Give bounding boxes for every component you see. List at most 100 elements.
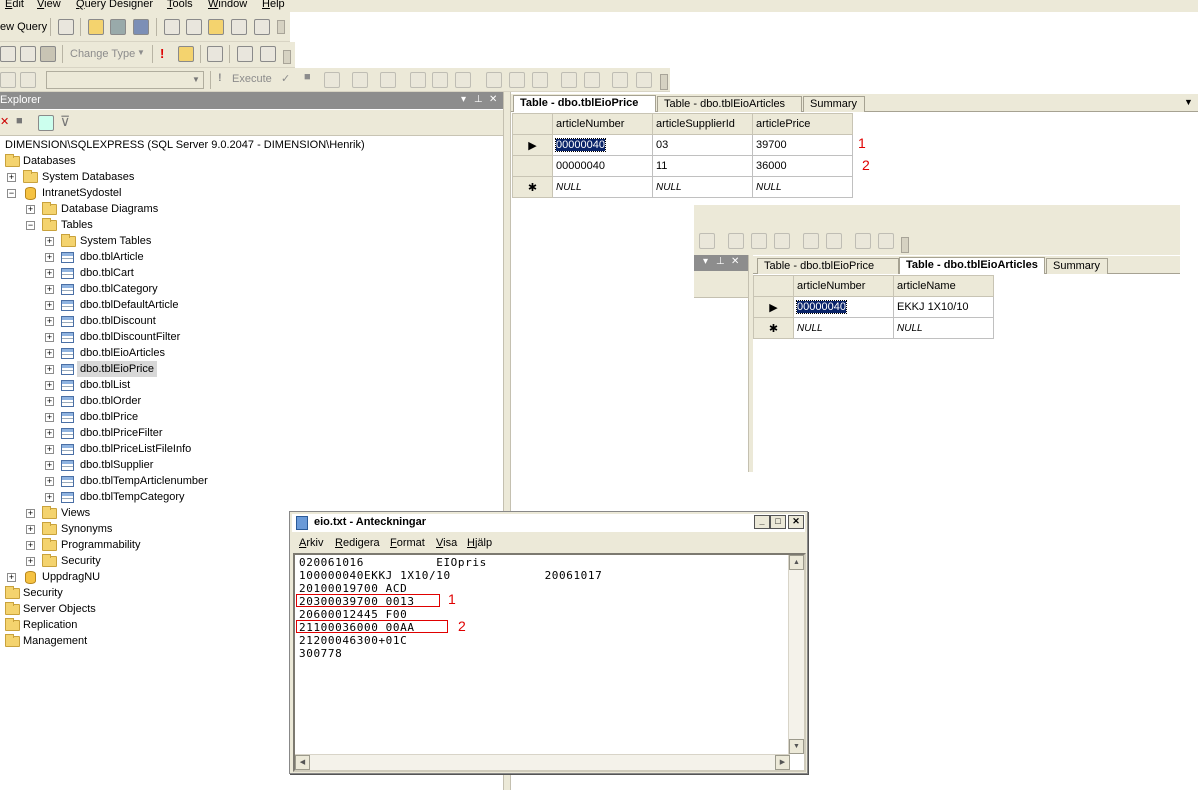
expand-icon[interactable]: + [45,237,54,246]
table-node[interactable]: + dbo.tblEioArticles [0,345,300,361]
table-node[interactable]: + dbo.tblDiscount [0,313,300,329]
disconnect-icon[interactable]: ✕ [0,115,9,128]
new-row[interactable]: ✱ NULL NULL [753,317,994,339]
maximize-icon[interactable]: □ [770,515,786,529]
cell[interactable]: NULL [793,317,894,339]
table-node[interactable]: + dbo.tblList [0,377,300,393]
menu-view[interactable]: View [37,0,61,10]
toolbox-icon[interactable] [254,19,270,35]
refresh-icon[interactable] [38,115,54,131]
toolbar-overflow-icon[interactable] [283,50,291,64]
window-position-icon[interactable]: ▾ [461,94,466,105]
change-type-button[interactable]: Change Type [70,48,135,60]
expand-icon[interactable]: + [45,461,54,470]
scroll-right-icon[interactable]: ▶ [775,755,790,770]
cancel-query-icon[interactable]: ■ [304,71,311,83]
column-header[interactable]: articlePrice [752,113,853,135]
uncomment-icon[interactable] [826,233,842,249]
table-node[interactable]: + dbo.tblPriceListFileInfo [0,441,300,457]
execute-sql-icon[interactable]: ! [160,46,164,61]
databases-node[interactable]: Databases [0,153,300,169]
comment-icon[interactable] [803,233,819,249]
filter-icon[interactable]: ⊽ [60,113,70,130]
add-table-icon[interactable] [237,46,253,62]
tab-tbleioprice[interactable]: Table - dbo.tblEioPrice [513,95,656,112]
database-select[interactable]: ▼ [46,71,204,89]
properties-icon[interactable] [186,19,202,35]
specify-values-icon[interactable] [532,72,548,88]
collapse-icon[interactable]: − [7,189,16,198]
increase-indent-icon[interactable] [636,72,652,88]
new-row-icon[interactable]: ✱ [512,176,553,198]
close-icon[interactable]: ✕ [489,94,497,105]
client-stats-icon[interactable] [751,233,767,249]
query-designer-icon[interactable] [352,72,368,88]
cell[interactable]: NULL [752,176,853,198]
expand-icon[interactable]: + [45,413,54,422]
uppdragnu-node[interactable]: + UppdragNU [0,569,300,585]
menu-help[interactable]: Help [262,0,285,10]
comment-icon[interactable] [561,72,577,88]
toolbar-overflow-icon[interactable] [277,20,285,34]
system-tables-node[interactable]: + System Tables [0,233,300,249]
database-diagrams-node[interactable]: + Database Diagrams [0,201,300,217]
expand-icon[interactable]: + [45,301,54,310]
synonyms-node[interactable]: + Synonyms [0,521,300,537]
security-node[interactable]: Security [0,585,300,601]
increase-indent-icon[interactable] [878,233,894,249]
toolbar-overflow-icon[interactable] [660,74,668,90]
table-node[interactable]: + dbo.tblTempCategory [0,489,300,505]
decrease-indent-icon[interactable] [855,233,871,249]
grid-pane-icon[interactable] [0,46,16,62]
tab-summary[interactable]: Summary [1046,258,1108,274]
expand-icon[interactable]: + [45,253,54,262]
tab-tbleioarticles[interactable]: Table - dbo.tblEioArticles [899,257,1045,274]
decrease-indent-icon[interactable] [612,72,628,88]
programmability-node[interactable]: + Programmability [0,537,300,553]
save-all-icon[interactable] [133,19,149,35]
table-row[interactable]: ▶ 00000040 EKKJ 1X10/10 [753,296,994,318]
toolbar-overflow-icon[interactable] [901,237,909,253]
scroll-down-icon[interactable]: ▼ [789,739,804,754]
close-icon[interactable]: ✕ [731,256,739,267]
current-row-icon[interactable]: ▶ [512,134,553,156]
display-plan-icon[interactable] [324,72,340,88]
stop-icon[interactable]: ■ [16,115,23,127]
collapse-icon[interactable]: − [26,221,35,230]
views-node[interactable]: + Views [0,505,300,521]
results-to-text-icon[interactable] [699,233,715,249]
disconnect-icon[interactable] [20,72,36,88]
menu-visa[interactable]: Visa [436,537,457,549]
connect-icon[interactable] [0,72,16,88]
include-plan-icon[interactable] [728,233,744,249]
expand-icon[interactable]: + [45,269,54,278]
template-explorer-icon[interactable] [231,19,247,35]
verify-sql-icon[interactable] [178,46,194,62]
expand-icon[interactable]: + [45,429,54,438]
expand-icon[interactable]: + [45,317,54,326]
scroll-left-icon[interactable]: ◀ [295,755,310,770]
cell[interactable]: 11 [652,155,753,177]
table-node[interactable]: + dbo.tblArticle [0,249,300,265]
expand-icon[interactable]: + [45,365,54,374]
client-stats-icon[interactable] [509,72,525,88]
menu-format[interactable]: Format [390,537,425,549]
expand-icon[interactable]: + [26,205,35,214]
menu-query-designer[interactable]: Query Designer [76,0,153,10]
auto-hide-pin-icon[interactable]: ⊥ [474,94,483,105]
expand-icon[interactable]: + [26,541,35,550]
expand-icon[interactable]: + [45,333,54,342]
results-to-text-icon[interactable] [410,72,426,88]
expand-icon[interactable]: + [45,477,54,486]
table-node[interactable]: + dbo.tblOrder [0,393,300,409]
expand-icon[interactable]: + [7,173,16,182]
database-node[interactable]: − IntranetSydostel [0,185,300,201]
minimize-icon[interactable]: _ [754,515,770,529]
chevron-down-icon[interactable]: ▼ [1184,97,1193,107]
server-objects-node[interactable]: Server Objects [0,601,300,617]
intellisense-icon[interactable] [380,72,396,88]
expand-icon[interactable]: + [26,525,35,534]
expand-icon[interactable]: + [7,573,16,582]
specify-values-icon[interactable] [774,233,790,249]
cell[interactable]: NULL [652,176,753,198]
